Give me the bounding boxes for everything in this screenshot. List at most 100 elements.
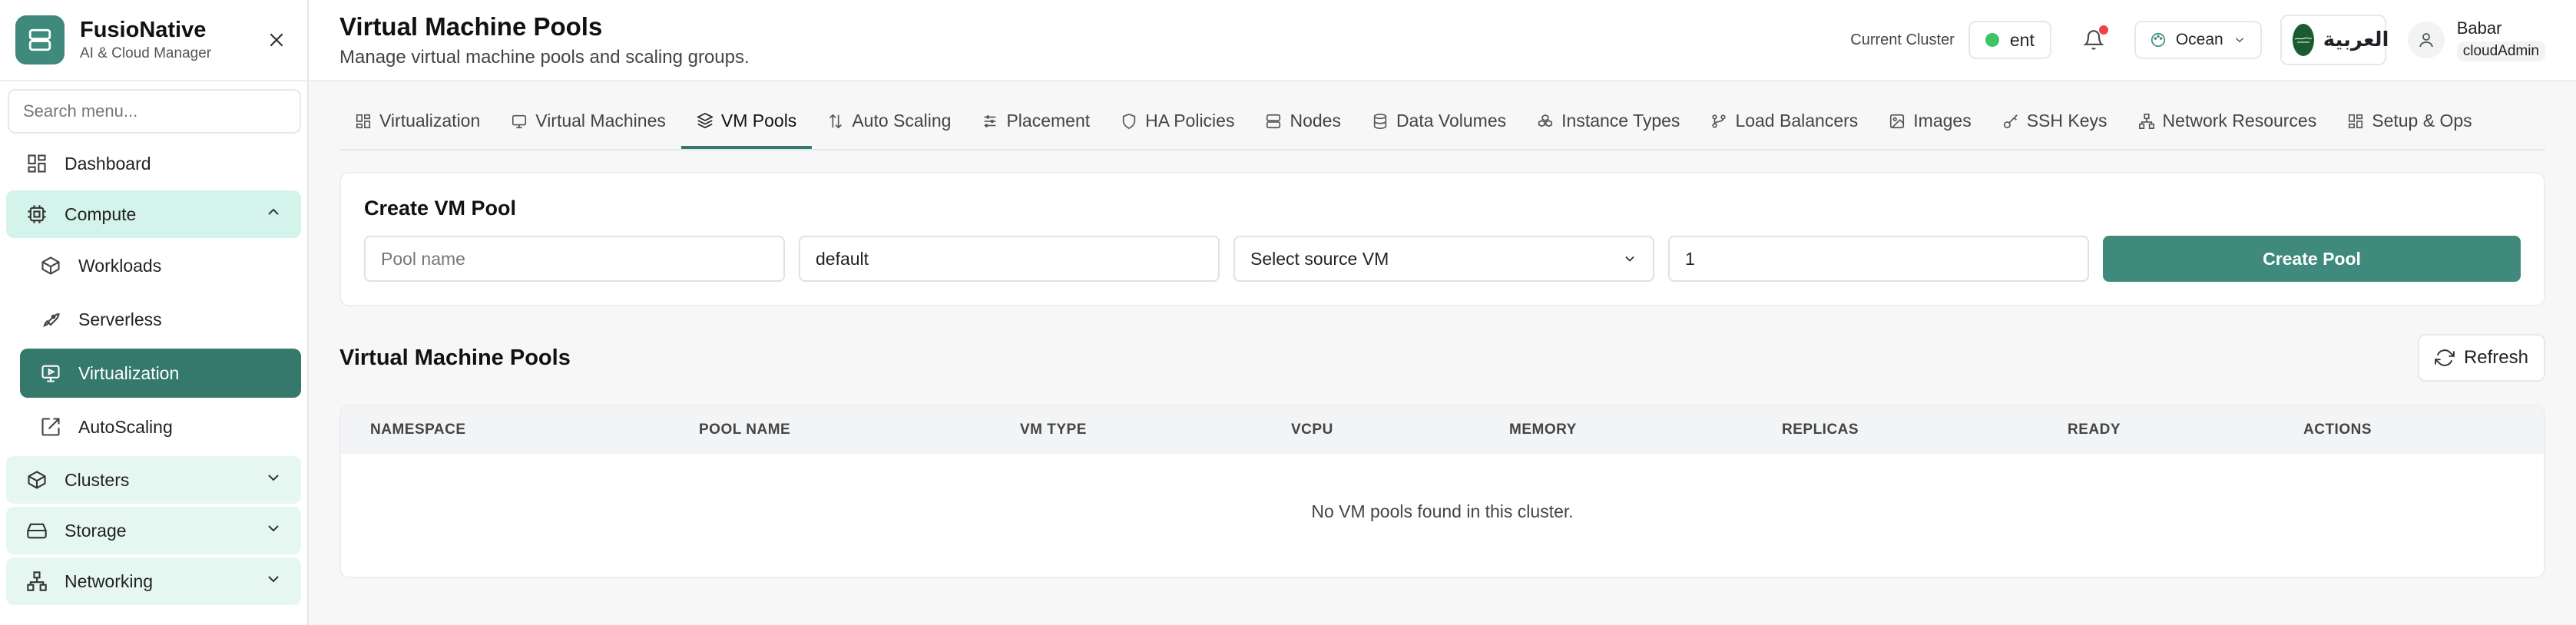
sidebar-group-clusters[interactable]: Clusters [6, 456, 301, 504]
network-icon [25, 569, 49, 594]
column-header: ACTIONS [2303, 422, 2372, 438]
database-icon [1373, 113, 1387, 129]
language-switcher[interactable]: العربية [2280, 15, 2389, 65]
chevron-down-icon [264, 519, 283, 542]
tab-data-volumes[interactable]: Data Volumes [1356, 95, 1521, 149]
sidebar: FusioNative AI & Cloud Manager Dashboard… [0, 0, 309, 625]
tab-auto-scaling[interactable]: Auto Scaling [812, 95, 966, 149]
notifications-button[interactable] [2074, 21, 2113, 59]
sidebar-item-label: Dashboard [65, 153, 151, 174]
refresh-label: Refresh [2463, 347, 2528, 368]
column-header: NAMESPACE [370, 422, 466, 438]
refresh-icon [2435, 349, 2455, 366]
boxes-icon [1538, 114, 1553, 127]
pools-section-title: Virtual Machine Pools [339, 345, 571, 370]
tab-images[interactable]: Images [1873, 95, 1986, 149]
search-menu-input[interactable] [8, 89, 301, 134]
tab-label: Network Resources [2162, 111, 2317, 131]
tab-setup-ops[interactable]: Setup & Ops [2332, 95, 2487, 149]
key-icon [2003, 114, 2018, 128]
sidebar-item-serverless[interactable]: Serverless [20, 295, 301, 344]
layers-icon [696, 112, 714, 129]
chevron-up-icon [264, 203, 283, 226]
pool-name-input[interactable] [364, 236, 785, 282]
theme-label: Ocean [2175, 31, 2223, 48]
close-icon[interactable] [261, 25, 292, 55]
tab-load-balancers[interactable]: Load Balancers [1695, 95, 1873, 149]
git-branch-icon [1712, 114, 1727, 128]
tab-label: VM Pools [720, 110, 797, 131]
empty-state-message: No VM pools found in this cluster. [1311, 501, 1574, 521]
notification-badge [2098, 25, 2108, 35]
tab-label: Data Volumes [1396, 111, 1507, 131]
tab-label: Setup & Ops [2372, 111, 2472, 131]
sidebar-item-label: Networking [65, 570, 154, 591]
namespace-input[interactable] [799, 236, 1220, 282]
tab-label: Placement [1006, 111, 1091, 131]
sidebar-item-label: Serverless [78, 309, 162, 329]
chevron-down-icon [2235, 38, 2243, 43]
user-avatar-icon [2407, 21, 2445, 58]
server-logo-icon [15, 15, 65, 64]
user-menu[interactable]: Babar cloudAdmin [2407, 18, 2545, 61]
brand-subtitle: AI & Cloud Manager [80, 45, 212, 61]
theme-selector[interactable]: Ocean [2134, 21, 2262, 59]
source-vm-select[interactable]: Select source VM [1233, 236, 1654, 282]
sidebar-item-workloads[interactable]: Workloads [20, 241, 301, 290]
chevron-down-icon [264, 468, 283, 491]
create-pool-button[interactable]: Create Pool [2103, 236, 2521, 282]
brand-title: FusioNative [80, 18, 207, 42]
language-label: العربية [2323, 28, 2389, 51]
sidebar-group-networking[interactable]: Networking [6, 557, 301, 605]
tab-bar: Virtualization Virtual Machines VM Pools… [339, 97, 2545, 150]
tab-instance-types[interactable]: Instance Types [1521, 95, 1695, 149]
tab-network-resources[interactable]: Network Resources [2123, 95, 2333, 149]
sidebar-group-storage[interactable]: Storage [6, 507, 301, 554]
palette-icon [2151, 32, 2165, 48]
sidebar-group-compute[interactable]: Compute [6, 190, 301, 238]
column-header: READY [2068, 422, 2121, 438]
sidebar-item-label: AutoScaling [78, 416, 173, 437]
tab-nodes[interactable]: Nodes [1250, 95, 1356, 149]
brand-header: FusioNative AI & Cloud Manager [0, 0, 307, 81]
tab-label: Load Balancers [1735, 111, 1859, 131]
sliders-icon [985, 114, 996, 127]
tab-ssh-keys[interactable]: SSH Keys [1987, 95, 2123, 149]
sidebar-item-label: Clusters [65, 469, 130, 490]
cluster-selector[interactable]: ent [1968, 21, 2051, 59]
dashboard-icon [356, 114, 371, 128]
server-icon [1266, 114, 1281, 128]
sidebar-item-label: Storage [65, 520, 127, 541]
box-icon [38, 253, 63, 278]
tab-virtualization[interactable]: Virtualization [339, 95, 495, 149]
tab-vm-pools[interactable]: VM Pools [680, 95, 813, 149]
monitor-icon [512, 114, 527, 128]
tab-ha-policies[interactable]: HA Policies [1105, 95, 1250, 149]
page-subtitle: Manage virtual machine pools and scaling… [339, 47, 750, 68]
refresh-button[interactable]: Refresh [2417, 334, 2545, 382]
dashboard-icon [25, 151, 49, 176]
sidebar-item-virtualization[interactable]: Virtualization [20, 349, 301, 398]
sidebar-item-label: Virtualization [78, 362, 180, 383]
tab-placement[interactable]: Placement [966, 95, 1105, 149]
column-header: REPLICAS [1782, 422, 1859, 438]
status-dot-icon [1985, 33, 1999, 47]
sidebar-item-autoscaling[interactable]: AutoScaling [20, 402, 301, 451]
cube-icon [25, 468, 49, 492]
top-header: Virtual Machine Pools Manage virtual mac… [309, 0, 2576, 81]
sidebar-item-label: Workloads [78, 255, 162, 276]
expand-icon [38, 415, 63, 439]
user-role-badge: cloudAdmin [2456, 41, 2545, 61]
arrows-up-down-icon [829, 114, 843, 128]
column-header: POOL NAME [699, 422, 791, 438]
replicas-input[interactable] [1668, 236, 2089, 282]
tab-virtual-machines[interactable]: Virtual Machines [495, 95, 681, 149]
sidebar-nav: Dashboard Compute Workloads Serverless V… [0, 134, 307, 605]
source-vm-value: Select source VM [1250, 248, 1389, 269]
hard-drive-icon [25, 518, 49, 543]
sidebar-item-dashboard[interactable]: Dashboard [6, 140, 301, 187]
tab-label: Auto Scaling [852, 111, 952, 131]
column-header: VCPU [1291, 422, 1333, 438]
monitor-play-icon [38, 361, 63, 385]
cpu-icon [25, 202, 49, 227]
